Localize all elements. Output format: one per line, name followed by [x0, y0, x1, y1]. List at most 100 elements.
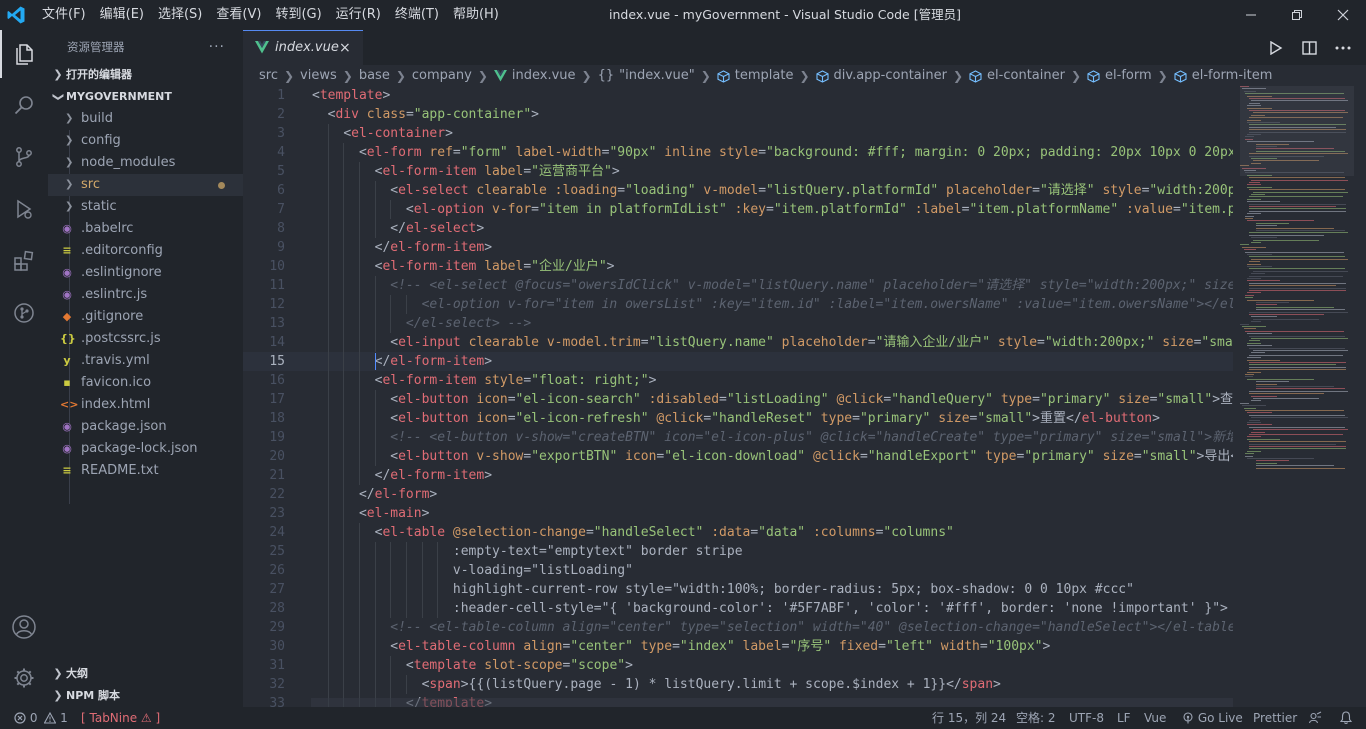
cursor-position[interactable]: 行 15，列 24	[932, 707, 1006, 729]
restore-button[interactable]	[1274, 0, 1320, 30]
code-line[interactable]: 3 <el-container>	[243, 124, 1233, 143]
tree-item-static[interactable]: ❯ static	[48, 196, 243, 218]
horizontal-scrollbar[interactable]	[311, 698, 1233, 707]
breadcrumb-item[interactable]: el-form	[1105, 65, 1152, 87]
code-line[interactable]: 12 <el-option v-for="item in owersList" …	[243, 295, 1233, 314]
code-line[interactable]: 17 <el-button icon="el-icon-search" :dis…	[243, 390, 1233, 409]
tree-item-build[interactable]: ❯ build	[48, 108, 243, 130]
code-line[interactable]: 22 </el-form>	[243, 485, 1233, 504]
code-line[interactable]: 32 <span>{{(listQuery.page - 1) * listQu…	[243, 675, 1233, 694]
breadcrumb-item[interactable]: views	[300, 65, 337, 87]
tab-close-icon[interactable]: ×	[339, 31, 351, 65]
split-editor-button[interactable]	[1299, 38, 1319, 58]
timeline-activity[interactable]	[0, 289, 48, 337]
code-line[interactable]: 1 <template>	[243, 86, 1233, 105]
breadcrumb-item[interactable]: "index.vue"	[619, 65, 695, 87]
menu-file[interactable]: 文件(F)	[42, 0, 86, 30]
indentation-status[interactable]: 空格: 2	[1016, 707, 1056, 729]
explorer-activity[interactable]	[0, 30, 48, 78]
tab-index-vue[interactable]: index.vue ×	[243, 30, 363, 65]
tree-item-package-lock[interactable]: ◉ package-lock.json	[48, 438, 243, 460]
code-line[interactable]: 15 </el-form-item>	[243, 352, 1233, 371]
vertical-scrollbar[interactable]	[1358, 86, 1366, 707]
code-line[interactable]: 27 highlight-current-row style="width:10…	[243, 580, 1233, 599]
breadcrumb-item[interactable]: index.vue	[512, 65, 576, 87]
code-line[interactable]: 4 <el-form ref="form" label-width="90px"…	[243, 143, 1233, 162]
tree-item-package-json[interactable]: ◉ package.json	[48, 416, 243, 438]
npm-scripts-section[interactable]: ❯ NPM 脚本	[48, 685, 243, 707]
tree-item-config[interactable]: ❯ config	[48, 130, 243, 152]
tree-item-index-html[interactable]: <> index.html	[48, 394, 243, 416]
code-line[interactable]: 6 <el-select clearable :loading="loading…	[243, 181, 1233, 200]
manage-activity[interactable]	[0, 654, 48, 702]
project-section[interactable]: ❯ MYGOVERNMENT	[48, 86, 243, 108]
tree-item-node-modules[interactable]: ❯ node_modules	[48, 152, 243, 174]
breadcrumb-item[interactable]: base	[359, 65, 390, 87]
menu-view[interactable]: 查看(V)	[216, 0, 261, 30]
code-line[interactable]: 30 <el-table-column align="center" type=…	[243, 637, 1233, 656]
prettier-status[interactable]: Prettier	[1253, 707, 1297, 729]
open-editors-section[interactable]: ❯ 打开的编辑器	[48, 64, 243, 86]
breadcrumb-item[interactable]: el-container	[987, 65, 1065, 87]
minimap-slider[interactable]	[1240, 86, 1354, 176]
editor-more-button[interactable]	[1333, 38, 1353, 58]
tree-item-readme[interactable]: ≡ README.txt	[48, 460, 243, 482]
tree-item-travis[interactable]: y .travis.yml	[48, 350, 243, 372]
search-activity[interactable]	[0, 81, 48, 129]
language-mode[interactable]: Vue	[1144, 707, 1166, 729]
code-line[interactable]: 5 <el-form-item label="运营商平台">	[243, 162, 1233, 181]
menu-terminal[interactable]: 终端(T)	[395, 0, 439, 30]
breadcrumb-item[interactable]: div.app-container	[834, 65, 947, 87]
minimap[interactable]	[1240, 86, 1354, 707]
close-window-button[interactable]	[1320, 0, 1366, 30]
tree-item-babelrc[interactable]: ◉ .babelrc	[48, 218, 243, 240]
breadcrumb-item[interactable]: src	[259, 65, 278, 87]
code-line[interactable]: 7 <el-option v-for="item in platformIdLi…	[243, 200, 1233, 219]
code-line[interactable]: 8 </el-select>	[243, 219, 1233, 238]
feedback-button[interactable]	[1308, 707, 1322, 729]
source-control-activity[interactable]	[0, 133, 48, 181]
menu-help[interactable]: 帮助(H)	[453, 0, 499, 30]
minimize-button[interactable]	[1228, 0, 1274, 30]
menu-go[interactable]: 转到(G)	[275, 0, 321, 30]
problems-indicator[interactable]: 0 1	[14, 707, 68, 729]
tree-item-postcssrc[interactable]: {} .postcssrc.js	[48, 328, 243, 350]
outline-section[interactable]: ❯ 大纲	[48, 663, 243, 685]
code-line[interactable]: 2 <div class="app-container">	[243, 105, 1233, 124]
menu-edit[interactable]: 编辑(E)	[100, 0, 144, 30]
eol-status[interactable]: LF	[1117, 707, 1131, 729]
code-line[interactable]: 19 <!-- <el-button v-show="createBTN" ic…	[243, 428, 1233, 447]
menu-selection[interactable]: 选择(S)	[158, 0, 202, 30]
breadcrumb-item[interactable]: company	[412, 65, 472, 87]
tree-item-eslintrc[interactable]: ◉ .eslintrc.js	[48, 284, 243, 306]
code-line[interactable]: 28 :header-cell-style="{ 'background-col…	[243, 599, 1233, 618]
breadcrumb-item[interactable]: el-form-item	[1192, 65, 1273, 87]
code-editor[interactable]: 1 <template> 2 <div class="app-container">…	[243, 86, 1233, 707]
code-line[interactable]: 14 <el-input clearable v-model.trim="lis…	[243, 333, 1233, 352]
code-line[interactable]: 26 v-loading="listLoading"	[243, 561, 1233, 580]
code-line[interactable]: 21 </el-form-item>	[243, 466, 1233, 485]
code-line[interactable]: 13 </el-select> -->	[243, 314, 1233, 333]
tree-item-gitignore[interactable]: ◆ .gitignore	[48, 306, 243, 328]
run-debug-activity[interactable]	[0, 185, 48, 233]
code-line[interactable]: 23 <el-main>	[243, 504, 1233, 523]
code-line[interactable]: 9 </el-form-item>	[243, 238, 1233, 257]
code-line[interactable]: 10 <el-form-item label="企业/业户">	[243, 257, 1233, 276]
go-live-button[interactable]: Go Live	[1182, 707, 1243, 729]
tree-item-src[interactable]: ❯ src	[48, 174, 243, 196]
code-line[interactable]: 25 :empty-text="emptytext" border stripe	[243, 542, 1233, 561]
code-line[interactable]: 20 <el-button v-show="exportBTN" icon="e…	[243, 447, 1233, 466]
tabnine-status[interactable]: [ TabNine ⚠ ]	[81, 707, 160, 729]
code-line[interactable]: 24 <el-table @selection-change="handleSe…	[243, 523, 1233, 542]
code-line[interactable]: 11 <!-- <el-select @focus="owersIdClick"…	[243, 276, 1233, 295]
accounts-activity[interactable]	[0, 603, 48, 651]
encoding-status[interactable]: UTF-8	[1069, 707, 1104, 729]
code-line[interactable]: 31 <template slot-scope="scope">	[243, 656, 1233, 675]
code-line[interactable]: 16 <el-form-item style="float: right;">	[243, 371, 1233, 390]
notifications-button[interactable]	[1339, 707, 1353, 729]
tree-item-editorconfig[interactable]: ≡ .editorconfig	[48, 240, 243, 262]
extensions-activity[interactable]	[0, 237, 48, 285]
code-line[interactable]: 29 <!-- <el-table-column align="center" …	[243, 618, 1233, 637]
more-actions-icon[interactable]: ···	[209, 30, 225, 64]
breadcrumb-item[interactable]: template	[735, 65, 794, 87]
